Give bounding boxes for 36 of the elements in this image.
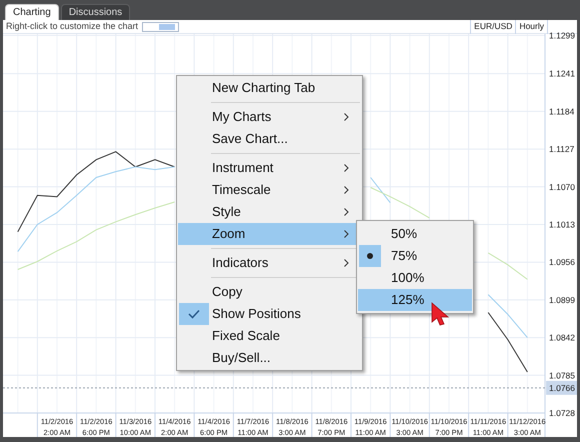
- menu-item[interactable]: 100%: [358, 267, 472, 289]
- menu-item[interactable]: Instrument: [178, 157, 356, 179]
- hint-text: Right-click to customize the chart: [5, 20, 138, 33]
- menu-item[interactable]: Indicators: [178, 252, 356, 274]
- y-axis-label: 1.1127: [549, 144, 574, 154]
- y-axis-label: 1.0728: [549, 408, 575, 418]
- y-axis-label: 1.1013: [549, 220, 575, 230]
- menu-item[interactable]: Timescale: [178, 179, 356, 201]
- menu-item[interactable]: Show Positions: [178, 303, 356, 325]
- instrument-label[interactable]: EUR/USD: [470, 20, 516, 34]
- y-axis-label: 1.0785: [549, 370, 575, 380]
- y-axis-label: 1.1299: [549, 30, 575, 40]
- tab[interactable]: Charting: [5, 4, 59, 20]
- current-price-tag: 1.0766: [546, 380, 577, 395]
- menu-item[interactable]: Fixed Scale: [178, 325, 356, 347]
- zoom-field[interactable]: [142, 22, 180, 32]
- menu-item[interactable]: 50%: [358, 223, 472, 245]
- y-axis-label: 1.0899: [549, 294, 575, 305]
- menu-item[interactable]: 125%: [358, 289, 472, 311]
- cursor-icon: [430, 302, 450, 326]
- menu-item[interactable]: Buy/Sell...: [178, 347, 356, 369]
- y-axis-label: 1.1184: [549, 106, 574, 116]
- menu-item[interactable]: My Charts: [178, 106, 356, 128]
- timescale-label[interactable]: Hourly: [515, 20, 548, 34]
- menu-item[interactable]: Zoom: [178, 223, 356, 245]
- ref-line-label: 1.0766: [549, 382, 576, 393]
- menu-item[interactable]: Style: [178, 201, 356, 223]
- y-axis-label: 1.1070: [549, 182, 575, 192]
- menu-item[interactable]: Copy: [178, 281, 356, 303]
- menu-item[interactable]: Save Chart...: [178, 128, 356, 150]
- menu-item[interactable]: 75%: [358, 245, 472, 267]
- y-axis-label: 1.0956: [549, 257, 575, 268]
- y-axis-label: 1.1241: [549, 68, 575, 79]
- menu-item[interactable]: New Charting Tab: [178, 77, 356, 99]
- tab[interactable]: Discussions: [60, 4, 130, 20]
- y-axis-label: 1.0842: [549, 332, 575, 343]
